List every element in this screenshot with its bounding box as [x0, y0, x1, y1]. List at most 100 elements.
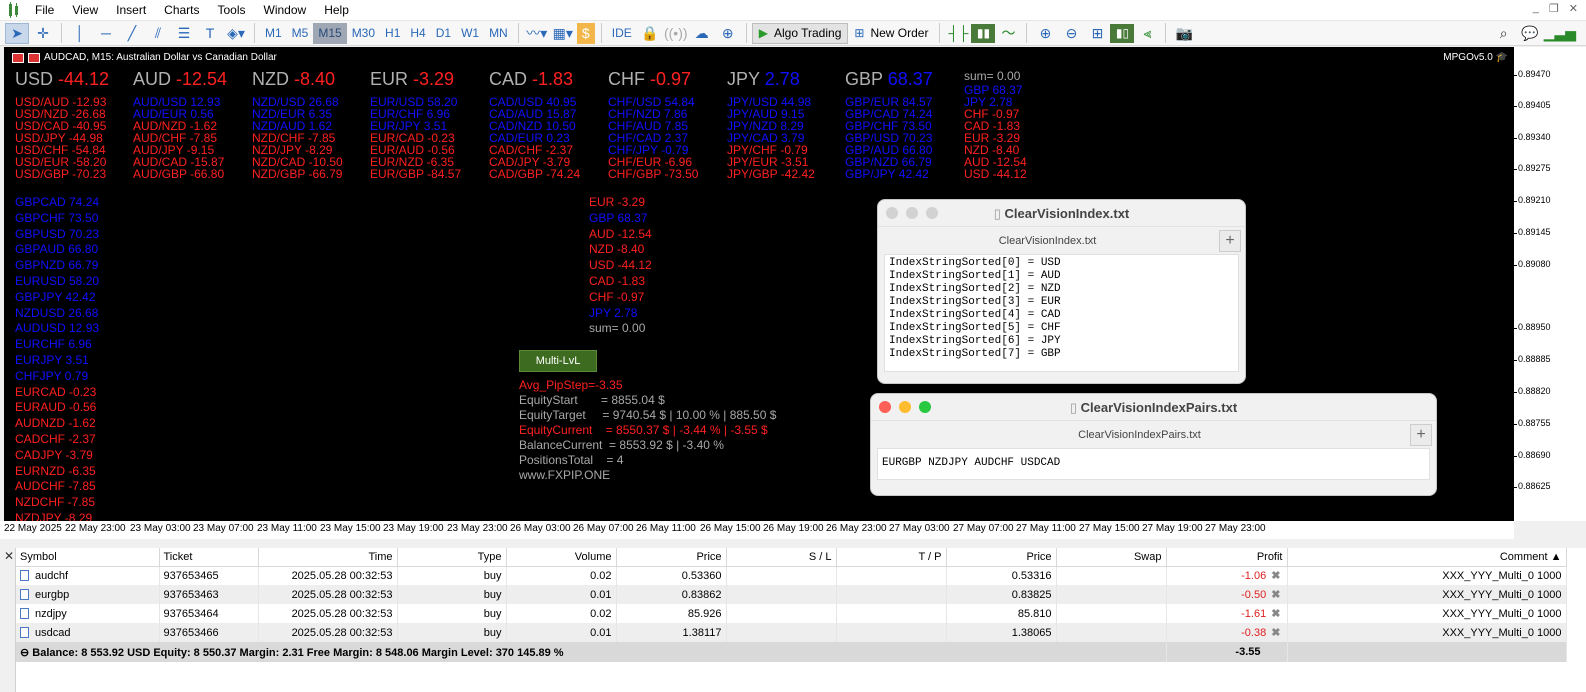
shapes-icon[interactable]: ◈▾: [224, 23, 248, 44]
lock-icon[interactable]: 🔒: [638, 23, 662, 44]
cell-current-price: 0.83825: [946, 585, 1057, 604]
line-chart-icon[interactable]: 〜: [996, 23, 1020, 44]
horizontal-line-icon[interactable]: ─: [94, 23, 118, 44]
menu-tools[interactable]: Tools: [209, 0, 255, 21]
col-ticket[interactable]: Ticket: [159, 548, 259, 567]
trendline-icon[interactable]: ╱: [120, 23, 144, 44]
col-type[interactable]: Type: [397, 548, 507, 567]
window-titlebar[interactable]: ▯ ClearVisionIndexPairs.txt: [871, 394, 1436, 420]
close-position-icon[interactable]: ✖: [1269, 589, 1282, 601]
account-summary: ⊖ Balance: 8 553.92 USD Equity: 8 550.37…: [16, 642, 1167, 662]
close-icon[interactable]: ✕: [4, 549, 14, 563]
col-volume[interactable]: Volume: [506, 548, 617, 567]
col-symbol[interactable]: Symbol: [16, 548, 160, 567]
collapse-icon[interactable]: ⊖: [20, 647, 32, 659]
menu-insert[interactable]: Insert: [107, 0, 155, 21]
zoom-out-icon[interactable]: ⊖: [1059, 23, 1083, 44]
clearvision-index-window[interactable]: ▯ ClearVisionIndex.txt ClearVisionIndex.…: [877, 199, 1246, 384]
close-position-icon[interactable]: ✖: [1269, 627, 1282, 639]
col-tp[interactable]: T / P: [836, 548, 947, 567]
timeframe-w1[interactable]: W1: [456, 23, 484, 44]
cell-sl[interactable]: [726, 623, 837, 642]
timeframe-m15[interactable]: M15: [313, 22, 347, 44]
channel-icon[interactable]: ⫽: [146, 23, 170, 44]
cell-tp[interactable]: [836, 623, 947, 642]
timeframe-m5[interactable]: M5: [287, 23, 314, 44]
table-row[interactable]: eurgbp 937653463 2025.05.28 00:32:53 buy 0.0…: [16, 585, 1567, 604]
search-icon[interactable]: ⌕: [1492, 23, 1516, 44]
window-text-content[interactable]: IndexStringSorted[0] = USD IndexStringSor…: [884, 254, 1239, 372]
text-icon[interactable]: T: [198, 23, 222, 44]
col-time[interactable]: Time: [258, 548, 398, 567]
chart-shift-icon[interactable]: ⫷: [1135, 23, 1159, 44]
cell-tp[interactable]: [836, 566, 947, 585]
ide-button[interactable]: IDE: [607, 23, 637, 44]
toolbar-separator: [517, 23, 519, 43]
col-price[interactable]: Price: [616, 548, 727, 567]
menu-charts[interactable]: Charts: [155, 0, 208, 21]
clearvision-pairs-window[interactable]: ▯ ClearVisionIndexPairs.txt ClearVisionI…: [870, 393, 1437, 496]
timeframe-d1[interactable]: D1: [431, 23, 456, 44]
col-swap[interactable]: Swap: [1056, 548, 1167, 567]
cell-tp[interactable]: [836, 604, 947, 623]
fibonacci-icon[interactable]: ☰: [172, 23, 196, 44]
time-axis[interactable]: 22 May 2025 22 May 23:00 23 May 03:00 23 Ma…: [0, 521, 1514, 539]
tile-icon[interactable]: ⊞: [1085, 23, 1109, 44]
col-comment[interactable]: Comment ▲: [1287, 548, 1567, 567]
screenshot-icon[interactable]: 📷: [1172, 23, 1196, 44]
menu-help[interactable]: Help: [315, 0, 358, 21]
cell-profit: -1.61 ✖: [1166, 604, 1288, 623]
signal-icon[interactable]: ((•)): [664, 23, 688, 44]
window-titlebar[interactable]: ▯ ClearVisionIndex.txt: [878, 200, 1245, 226]
new-tab-button[interactable]: +: [1219, 230, 1241, 252]
close-icon[interactable]: ✕: [1569, 2, 1578, 15]
table-row[interactable]: usdcad 937653466 2025.05.28 00:32:53 buy 0.0…: [16, 623, 1567, 642]
cell-tp[interactable]: [836, 585, 947, 604]
restore-icon[interactable]: ❐: [1549, 2, 1559, 15]
timeframe-h4[interactable]: H4: [405, 23, 430, 44]
signal-strength-icon[interactable]: ▁▃▅: [1544, 23, 1576, 44]
algo-trading-button[interactable]: ▶ Algo Trading: [751, 22, 849, 44]
price-scale[interactable]: 0.89470 0.89405 0.89340 0.89275 0.89210 0.891…: [1514, 47, 1586, 521]
table-row[interactable]: audchf 937653465 2025.05.28 00:32:53 buy 0.0…: [16, 566, 1567, 585]
bar-chart-icon[interactable]: ┤├: [946, 23, 970, 44]
timeframe-h1[interactable]: H1: [380, 23, 405, 44]
time-tick: 22 May 2025: [4, 523, 62, 534]
cell-sl[interactable]: [726, 566, 837, 585]
table-row[interactable]: nzdjpy 937653464 2025.05.28 00:32:53 buy 0.0…: [16, 604, 1567, 623]
timeframe-mn[interactable]: MN: [484, 23, 513, 44]
candles-icon[interactable]: ▮▮: [971, 23, 996, 43]
close-position-icon[interactable]: ✖: [1269, 570, 1282, 582]
menu-view[interactable]: View: [63, 0, 107, 21]
col-current-price[interactable]: Price: [946, 548, 1057, 567]
timeframe-m30[interactable]: M30: [347, 23, 380, 44]
cloud-icon[interactable]: ☁: [690, 23, 714, 44]
sorted-currency-list: GBP 68.37 JPY 2.78 CHF -0.97 CAD -1.83 EUR -…: [964, 84, 1027, 180]
cursor-icon[interactable]: ➤: [5, 22, 29, 44]
multi-lvl-button[interactable]: Multi-LvL: [519, 350, 597, 372]
crosshair-icon[interactable]: ✛: [31, 23, 55, 44]
new-tab-button[interactable]: +: [1410, 424, 1432, 446]
vps-icon[interactable]: ⊕: [716, 23, 740, 44]
zoom-in-icon[interactable]: ⊕: [1033, 23, 1057, 44]
new-order-button[interactable]: ⊞ New Order: [848, 23, 934, 44]
timeframe-m1[interactable]: M1: [260, 23, 287, 44]
notifications-icon[interactable]: 💬: [1518, 23, 1542, 44]
vertical-line-icon[interactable]: │: [68, 23, 92, 44]
cell-sl[interactable]: [726, 585, 837, 604]
col-profit[interactable]: Profit: [1166, 548, 1288, 567]
cell-sl[interactable]: [726, 604, 837, 623]
dollar-icon[interactable]: $: [576, 22, 595, 44]
minimize-icon[interactable]: _: [1533, 2, 1539, 15]
window-text-content[interactable]: EURGBP NZDJPY AUDCHF USDCAD: [877, 448, 1430, 480]
chart-list-icon[interactable]: [12, 52, 24, 63]
menu-window[interactable]: Window: [255, 0, 316, 21]
menu-file[interactable]: File: [26, 0, 63, 21]
close-position-icon[interactable]: ✖: [1269, 608, 1282, 620]
autoscroll-icon[interactable]: ▮▯: [1110, 23, 1135, 43]
chart-type-icon[interactable]: 〰▾: [525, 23, 549, 44]
window-tab[interactable]: ClearVisionIndex.txt: [878, 235, 1217, 247]
indicators-icon[interactable]: ▦▾: [551, 23, 575, 44]
window-tab[interactable]: ClearVisionIndexPairs.txt: [871, 429, 1408, 441]
col-sl[interactable]: S / L: [726, 548, 837, 567]
